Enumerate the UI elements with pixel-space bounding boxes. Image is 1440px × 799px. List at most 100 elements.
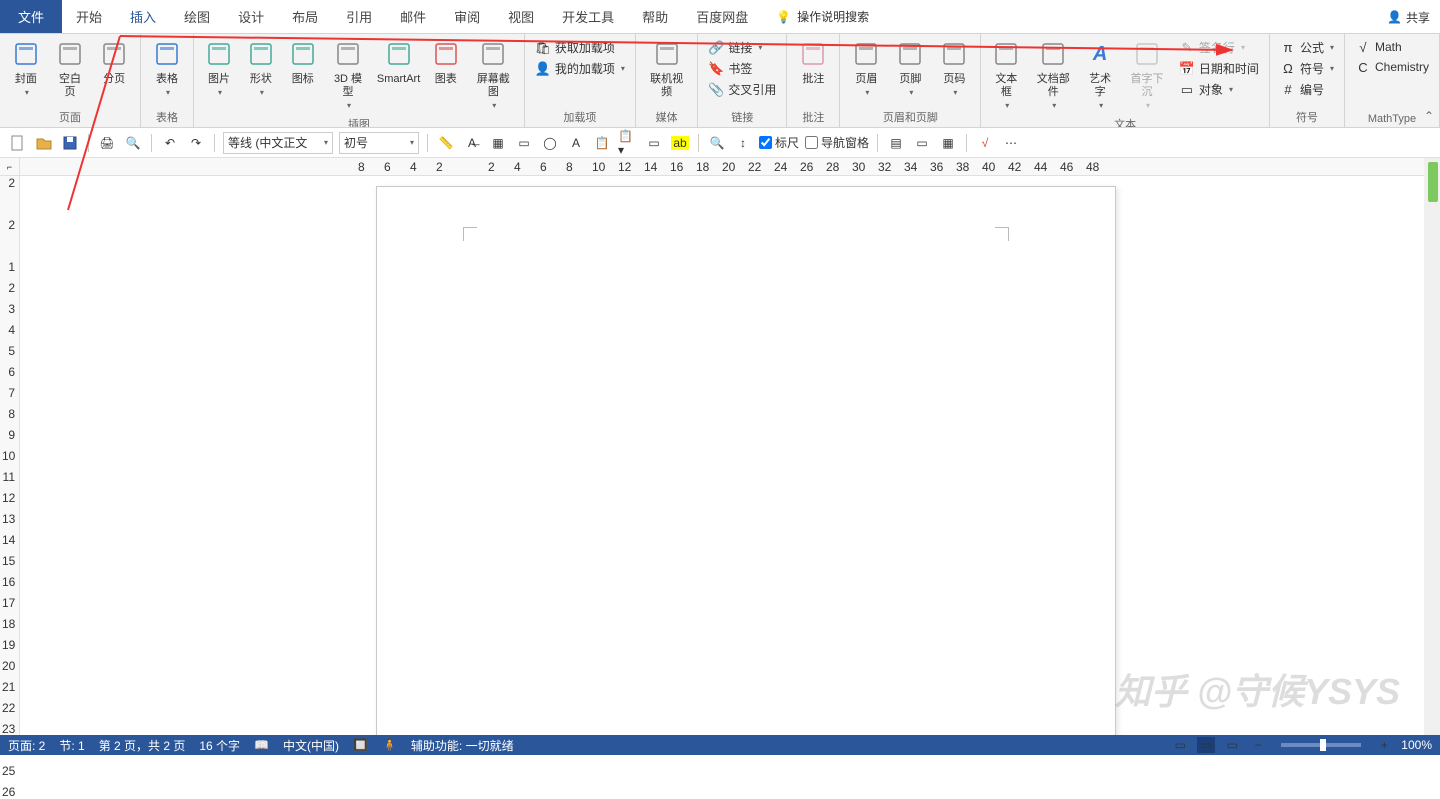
- find-icon[interactable]: 🔍: [707, 133, 727, 153]
- symbol-button[interactable]: Ω符号▾: [1276, 59, 1338, 78]
- clear-format-icon[interactable]: A̶: [462, 133, 482, 153]
- a11y-icon[interactable]: 🧍: [382, 738, 397, 752]
- window-icon[interactable]: ▭: [912, 133, 932, 153]
- status-section[interactable]: 节: 1: [59, 737, 84, 754]
- preview-icon[interactable]: 🔍: [123, 133, 143, 153]
- tab-file[interactable]: 文件: [0, 0, 62, 33]
- table-small-icon[interactable]: ▦: [488, 133, 508, 153]
- icons-button[interactable]: 图标: [284, 36, 322, 88]
- myaddins-button[interactable]: 👤我的加载项▾: [531, 59, 629, 78]
- screenshot-button[interactable]: 屏幕截图▾: [469, 36, 518, 114]
- equation-button[interactable]: π公式▾: [1276, 38, 1338, 57]
- equation-small-icon[interactable]: √: [975, 133, 995, 153]
- pagenum-button[interactable]: 页码▾: [934, 36, 974, 101]
- video-button[interactable]: 联机视频: [642, 36, 691, 101]
- share-button[interactable]: 👤 共享: [1387, 0, 1430, 34]
- spell-icon[interactable]: 📖: [254, 738, 269, 752]
- blank-button[interactable]: 空白页: [50, 36, 91, 101]
- tab-mailings[interactable]: 邮件: [386, 0, 440, 33]
- math-button[interactable]: √Math: [1351, 38, 1433, 56]
- vertical-scrollbar[interactable]: [1424, 158, 1440, 735]
- header-button[interactable]: 页眉▾: [846, 36, 886, 101]
- split-icon[interactable]: ▤: [886, 133, 906, 153]
- zoom-out-icon[interactable]: −: [1249, 737, 1267, 753]
- ruler-tab-stop[interactable]: ⌐: [0, 158, 20, 176]
- zoom-in-icon[interactable]: +: [1375, 737, 1393, 753]
- text-icon[interactable]: A: [566, 133, 586, 153]
- quickparts-button[interactable]: 文档部件▾: [1029, 36, 1077, 114]
- page[interactable]: [376, 186, 1116, 735]
- tab-home[interactable]: 开始: [62, 0, 116, 33]
- new-doc-icon[interactable]: [8, 133, 28, 153]
- tab-draw[interactable]: 绘图: [170, 0, 224, 33]
- zoom-slider[interactable]: [1281, 743, 1361, 747]
- 3d-button[interactable]: 3D 模型▾: [326, 36, 371, 114]
- ruler-icon[interactable]: 📏: [436, 133, 456, 153]
- tab-baidu[interactable]: 百度网盘: [682, 0, 762, 33]
- navpane-checkbox[interactable]: 导航窗格: [805, 134, 869, 151]
- web-layout-icon[interactable]: ▭: [1223, 737, 1241, 753]
- status-page[interactable]: 页面: 2: [8, 737, 45, 754]
- arrange-icon[interactable]: ▦: [938, 133, 958, 153]
- print-layout-icon[interactable]: ▭: [1197, 737, 1215, 753]
- tab-review[interactable]: 审阅: [440, 0, 494, 33]
- font-selector[interactable]: 等线 (中文正文▾: [223, 132, 333, 154]
- comment-button[interactable]: 批注: [793, 36, 833, 88]
- document-canvas[interactable]: [20, 176, 1440, 735]
- horizontal-ruler[interactable]: 8 6 4 2 2 4 6 8 10 12 14 16 18 20 22 24 …: [20, 158, 1440, 176]
- font-size-selector[interactable]: 初号▾: [339, 132, 419, 154]
- zoom-thumb[interactable]: [1320, 739, 1326, 751]
- store-button[interactable]: 🛍获取加载项: [531, 38, 629, 57]
- picture-button[interactable]: 图片▾: [200, 36, 238, 101]
- redo-icon[interactable]: ↷: [186, 133, 206, 153]
- save-icon[interactable]: [60, 133, 80, 153]
- chem-button[interactable]: CChemistry: [1351, 58, 1433, 76]
- tab-references[interactable]: 引用: [332, 0, 386, 33]
- status-pages[interactable]: 第 2 页，共 2 页: [99, 737, 186, 754]
- scroll-thumb[interactable]: [1428, 162, 1438, 202]
- collapse-ribbon-icon[interactable]: ⌃: [1424, 109, 1434, 123]
- object-button[interactable]: ▭对象▾: [1175, 80, 1263, 99]
- print-icon[interactable]: 🖨: [97, 133, 117, 153]
- status-words[interactable]: 16 个字: [199, 737, 240, 754]
- undo-icon[interactable]: ↶: [160, 133, 180, 153]
- datetime-button[interactable]: 📅日期和时间: [1175, 59, 1263, 78]
- smartart-button[interactable]: SmartArt: [374, 36, 423, 88]
- highlight-icon[interactable]: ab: [670, 133, 690, 153]
- bookmark-button[interactable]: 🔖书签: [704, 59, 780, 78]
- tab-developer[interactable]: 开发工具: [548, 0, 628, 33]
- textbox-button[interactable]: 文本框▾: [987, 36, 1025, 114]
- zoom-percent[interactable]: 100%: [1401, 738, 1432, 752]
- tab-insert[interactable]: 插入: [116, 0, 170, 33]
- vertical-ruler[interactable]: 2 2 123456789101112131415161718192021222…: [0, 158, 20, 735]
- cover-button[interactable]: 封面▾: [6, 36, 46, 101]
- read-mode-icon[interactable]: ▭: [1171, 737, 1189, 753]
- tell-me-search[interactable]: 💡 操作说明搜索: [776, 0, 869, 33]
- tab-layout[interactable]: 布局: [278, 0, 332, 33]
- wordart-button[interactable]: A艺术字▾: [1081, 36, 1119, 114]
- dropcap-button[interactable]: 首字下沉▾: [1123, 36, 1171, 114]
- table-button[interactable]: 表格▾: [147, 36, 187, 101]
- status-a11y[interactable]: 辅助功能: 一切就绪: [411, 737, 514, 754]
- tab-view[interactable]: 视图: [494, 0, 548, 33]
- number-button[interactable]: #编号: [1276, 80, 1338, 99]
- tab-design[interactable]: 设计: [224, 0, 278, 33]
- borders-icon[interactable]: ▭: [514, 133, 534, 153]
- paste-icon[interactable]: 📋: [592, 133, 612, 153]
- track-icon[interactable]: 🔲: [353, 738, 368, 752]
- link-button[interactable]: 🔗链接▾: [704, 38, 780, 57]
- pagebreak-button[interactable]: 分页: [94, 36, 134, 88]
- shapes-button[interactable]: 形状▾: [242, 36, 280, 101]
- tab-help[interactable]: 帮助: [628, 0, 682, 33]
- status-language[interactable]: 中文(中国): [283, 737, 339, 754]
- footer-button[interactable]: 页脚▾: [890, 36, 930, 101]
- more-icon[interactable]: ⋯: [1001, 133, 1021, 153]
- open-icon[interactable]: [34, 133, 54, 153]
- crossref-button[interactable]: 📎交叉引用: [704, 80, 780, 99]
- sig-button[interactable]: ✎签名行▾: [1175, 38, 1263, 57]
- ruler-checkbox[interactable]: 标尺: [759, 134, 799, 151]
- replace-icon[interactable]: ↕: [733, 133, 753, 153]
- textbox-small-icon[interactable]: ▭: [644, 133, 664, 153]
- paste-special-icon[interactable]: 📋▾: [618, 133, 638, 153]
- chart-button[interactable]: 图表: [427, 36, 465, 88]
